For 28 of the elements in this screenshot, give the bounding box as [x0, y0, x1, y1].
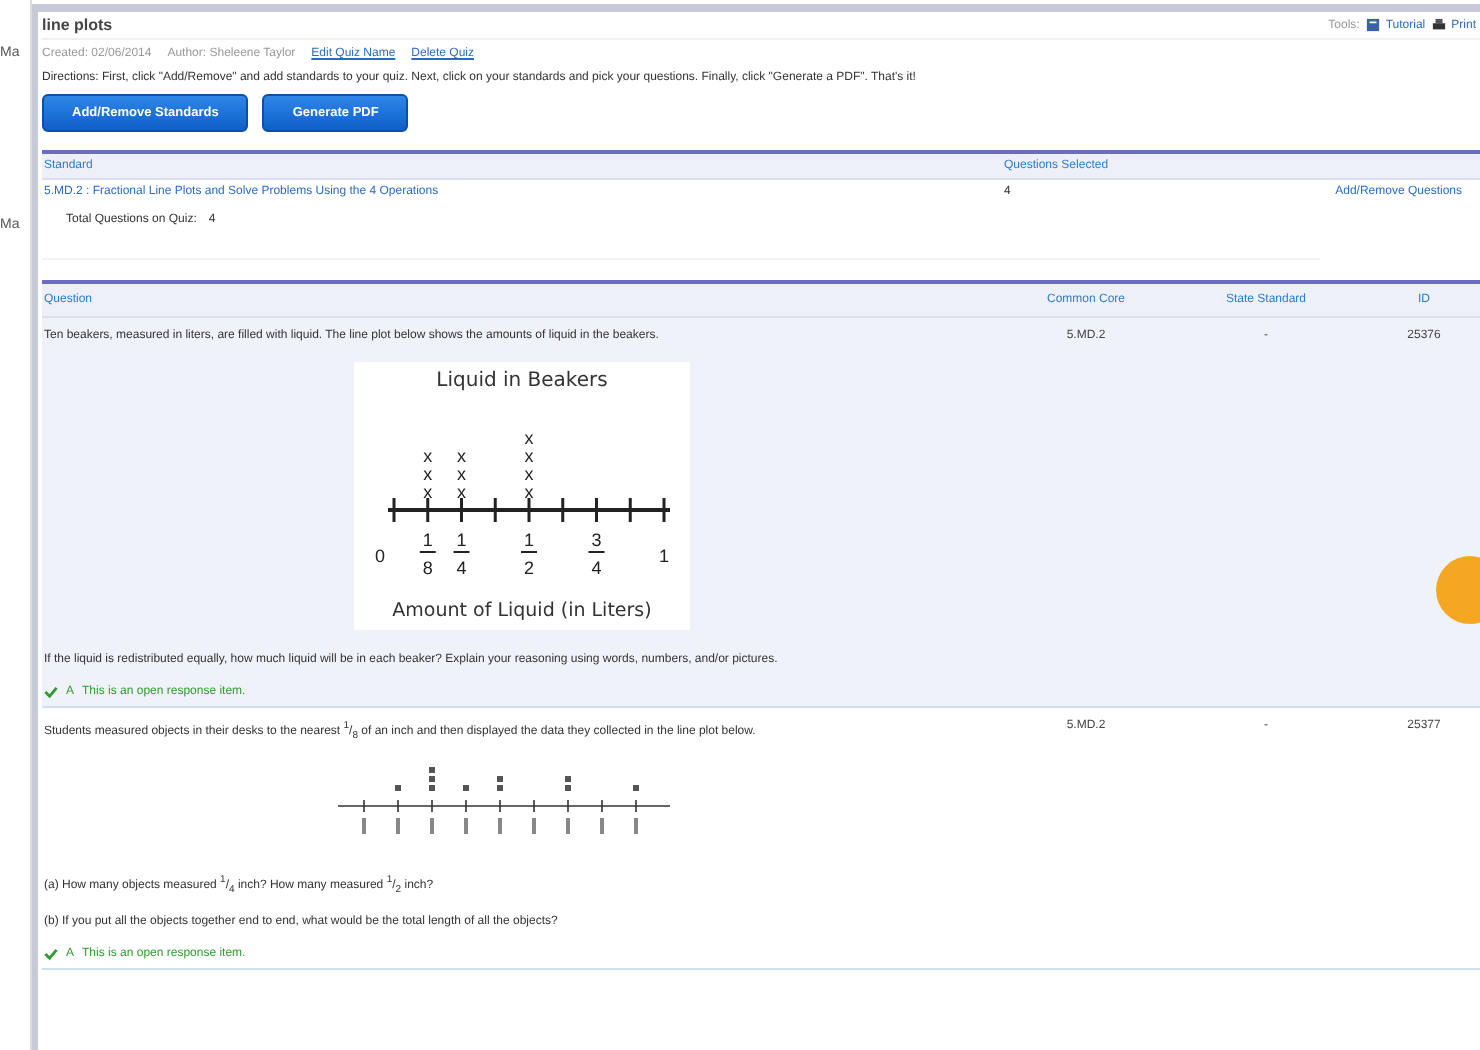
numerator: 3: [591, 530, 602, 550]
printer-icon: [1431, 18, 1446, 32]
question-row[interactable]: [42, 318, 1480, 708]
check-icon: [44, 686, 58, 698]
x-mark: x: [524, 428, 534, 448]
check-icon: [44, 948, 58, 961]
numerator: 1: [524, 530, 534, 550]
numerator: 1: [422, 530, 433, 550]
x-mark: x: [524, 446, 534, 466]
book-icon: [1365, 18, 1380, 32]
x-mark: x: [423, 446, 433, 466]
x-mark: x: [524, 464, 534, 484]
axis-label: Amount of Liquid (in Liters): [392, 600, 652, 622]
x-mark: x: [457, 446, 466, 466]
tick-label: 0: [375, 546, 385, 566]
denominator: 8: [422, 558, 433, 578]
x-mark: x: [423, 464, 433, 484]
numerator: 1: [456, 530, 467, 550]
denominator: 4: [456, 558, 467, 578]
x-mark: x: [423, 482, 433, 502]
denominator: 2: [524, 558, 534, 578]
x-mark: x: [457, 482, 466, 502]
x-mark: x: [457, 464, 466, 484]
x-mark: x: [524, 482, 534, 502]
quiz-title: line plots: [42, 16, 113, 34]
denominator: 4: [591, 558, 602, 578]
plot-title: Liquid in Beakers: [436, 370, 608, 392]
tick-label: 1: [659, 546, 669, 566]
